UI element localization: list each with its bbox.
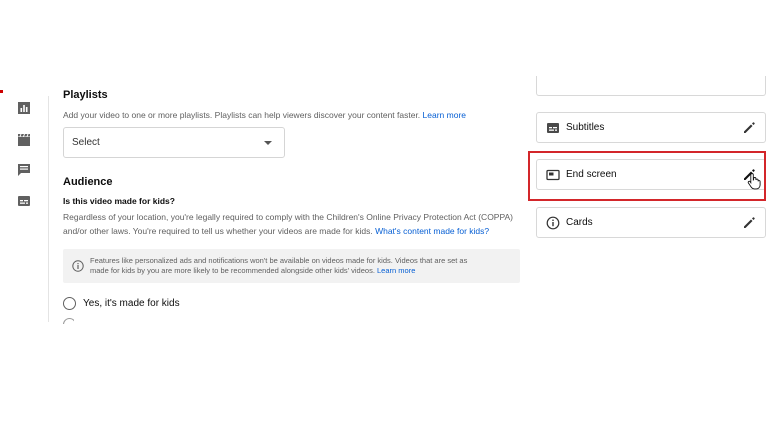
subtitles-icon[interactable] — [17, 194, 31, 208]
subtitles-icon — [546, 121, 560, 135]
info-icon — [72, 260, 84, 272]
analytics-icon[interactable] — [17, 101, 31, 115]
made-for-kids-yes-label: Yes, it's made for kids — [83, 298, 180, 309]
playlist-select-dropdown[interactable]: Select — [63, 127, 285, 158]
radio-button[interactable] — [63, 297, 76, 310]
made-for-kids-question: Is this video made for kids? — [63, 196, 175, 206]
kids-info-notice: Features like personalized ads and notif… — [63, 249, 520, 283]
clapperboard-icon[interactable] — [17, 133, 31, 147]
subtitles-card[interactable]: Subtitles — [536, 112, 766, 143]
made-for-kids-no-radio-partial[interactable] — [63, 318, 74, 324]
audience-heading: Audience — [63, 176, 113, 188]
playlists-heading: Playlists — [63, 89, 108, 101]
kids-info-line1: Features like personalized ads and notif… — [90, 256, 468, 265]
playlists-learn-more-link[interactable]: Learn more — [423, 110, 466, 120]
cards-edit-pencil-icon[interactable] — [742, 216, 756, 230]
coppa-paragraph-line2: and/or other laws. You're required to te… — [63, 226, 523, 236]
left-sidebar — [0, 96, 49, 322]
coppa-paragraph-line1: Regardless of your location, you're lega… — [63, 212, 514, 222]
kids-info-line2: made for kids by you are more likely to … — [90, 266, 467, 276]
info-icon — [546, 216, 560, 230]
cards-label: Cards — [566, 217, 593, 228]
hand-pointer-cursor-icon — [747, 172, 761, 190]
playlist-select-value: Select — [72, 137, 100, 148]
comments-icon[interactable] — [17, 163, 31, 177]
red-accent-mark — [0, 90, 3, 93]
coppa-paragraph-text: and/or other laws. You're required to te… — [63, 226, 373, 236]
video-element-card-partial — [536, 76, 766, 96]
content-made-for-kids-link[interactable]: What's content made for kids? — [375, 226, 489, 236]
kids-info-learn-more-link[interactable]: Learn more — [377, 266, 415, 275]
subtitles-label: Subtitles — [566, 122, 605, 133]
dropdown-caret-icon — [264, 141, 272, 145]
playlists-description-text: Add your video to one or more playlists.… — [63, 110, 421, 120]
playlists-description: Add your video to one or more playlists.… — [63, 110, 466, 120]
subtitles-edit-pencil-icon[interactable] — [742, 121, 756, 135]
kids-info-line2-text: made for kids by you are more likely to … — [90, 266, 375, 275]
cards-card[interactable]: Cards — [536, 207, 766, 238]
kids-info-text: Features like personalized ads and notif… — [90, 256, 467, 276]
end-screen-highlight-box — [528, 151, 766, 201]
